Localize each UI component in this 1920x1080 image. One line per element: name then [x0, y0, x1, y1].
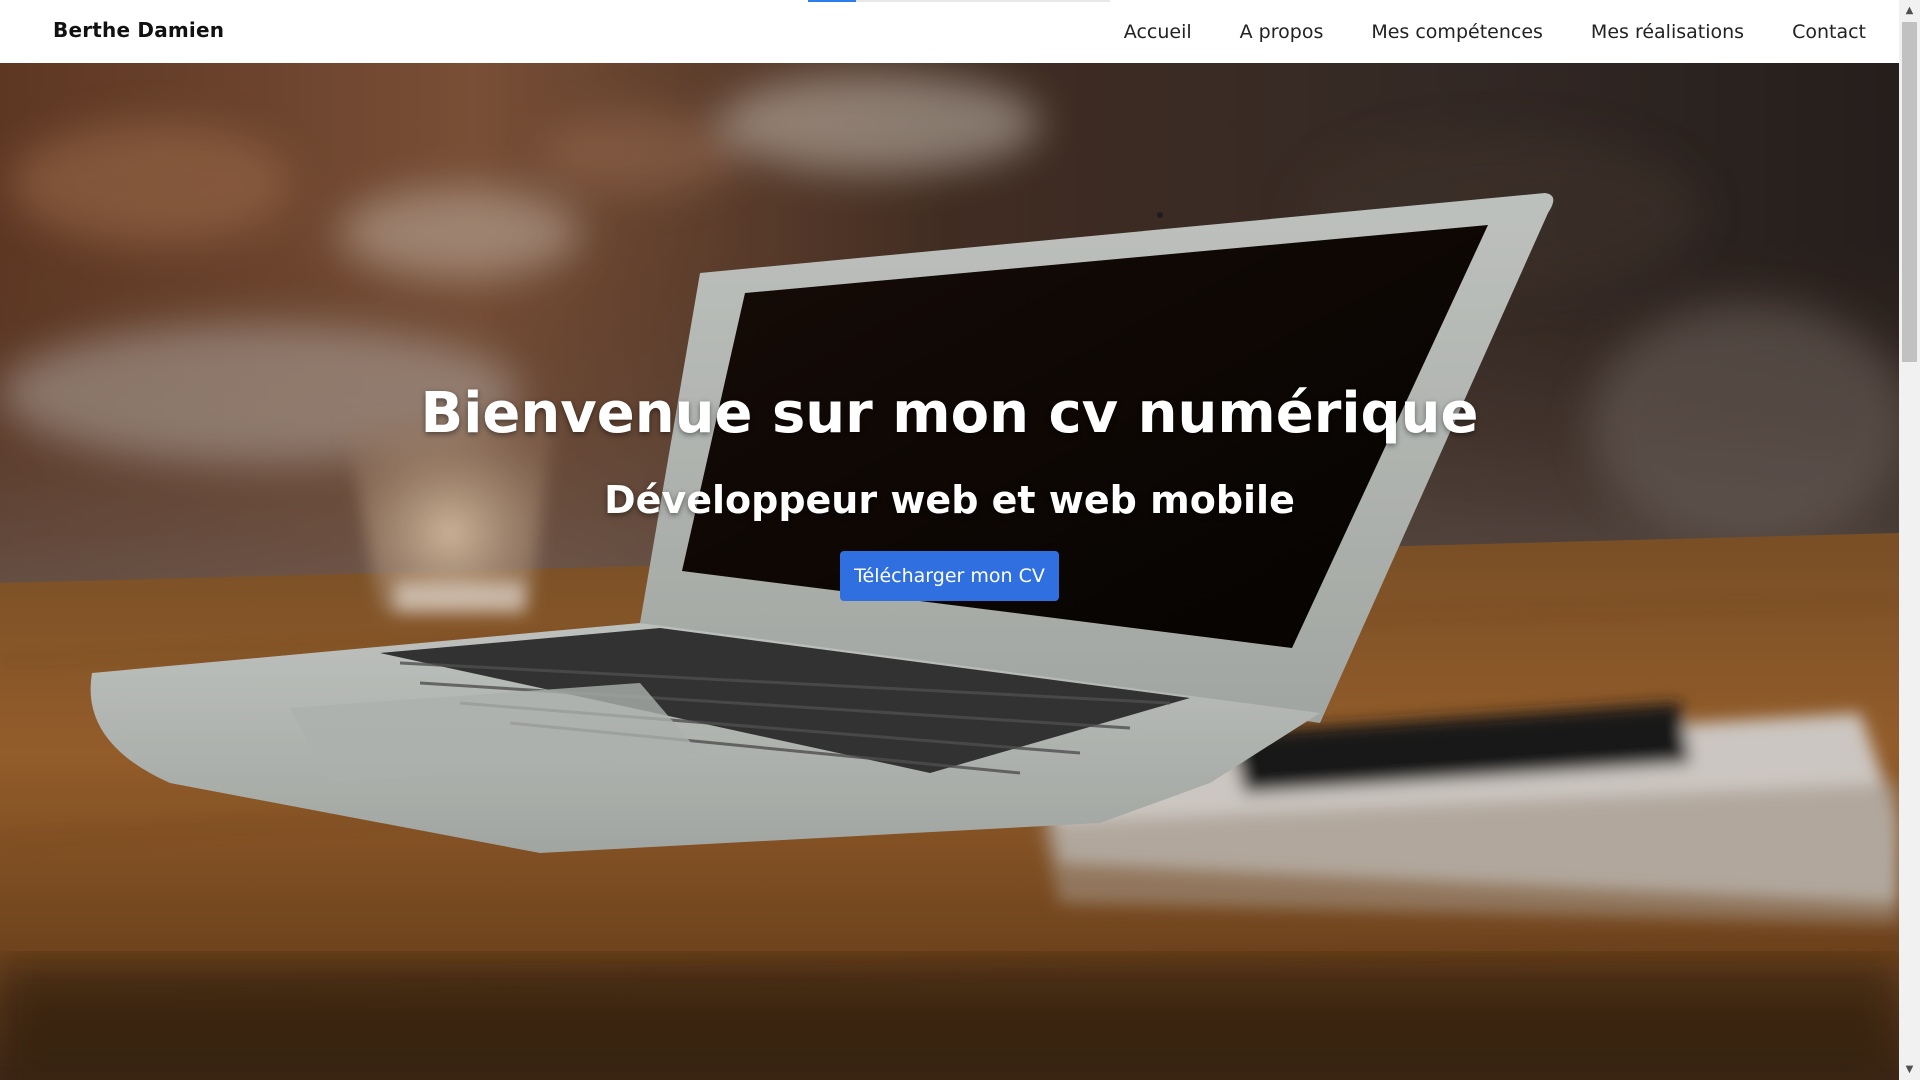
chevron-up-icon[interactable]: ▲: [1899, 2, 1920, 19]
hero-subtitle: Développeur web et web mobile: [604, 478, 1295, 522]
page-loading-bar-fill: [808, 0, 857, 2]
brand-logo[interactable]: Berthe Damien: [53, 18, 224, 42]
nav-link-a-propos[interactable]: A propos: [1240, 21, 1324, 43]
nav-link-accueil[interactable]: Accueil: [1124, 21, 1192, 43]
chevron-down-icon[interactable]: ▼: [1899, 1061, 1920, 1078]
nav-link-competences[interactable]: Mes compétences: [1371, 21, 1543, 43]
nav-link-contact[interactable]: Contact: [1792, 21, 1866, 43]
scrollbar-thumb[interactable]: [1902, 22, 1917, 362]
page: Berthe Damien Accueil A propos Mes compé…: [0, 0, 1920, 1080]
page-scrollbar[interactable]: ▲ ▼: [1899, 0, 1920, 1080]
hero-section: Bienvenue sur mon cv numérique Développe…: [0, 63, 1899, 1080]
download-cv-button[interactable]: Télécharger mon CV: [840, 551, 1059, 601]
navbar: Berthe Damien Accueil A propos Mes compé…: [0, 0, 1899, 63]
hero-title: Bienvenue sur mon cv numérique: [420, 381, 1479, 446]
page-loading-bar: [808, 0, 1110, 2]
nav-link-realisations[interactable]: Mes réalisations: [1591, 21, 1744, 43]
nav-links: Accueil A propos Mes compétences Mes réa…: [1124, 0, 1866, 63]
